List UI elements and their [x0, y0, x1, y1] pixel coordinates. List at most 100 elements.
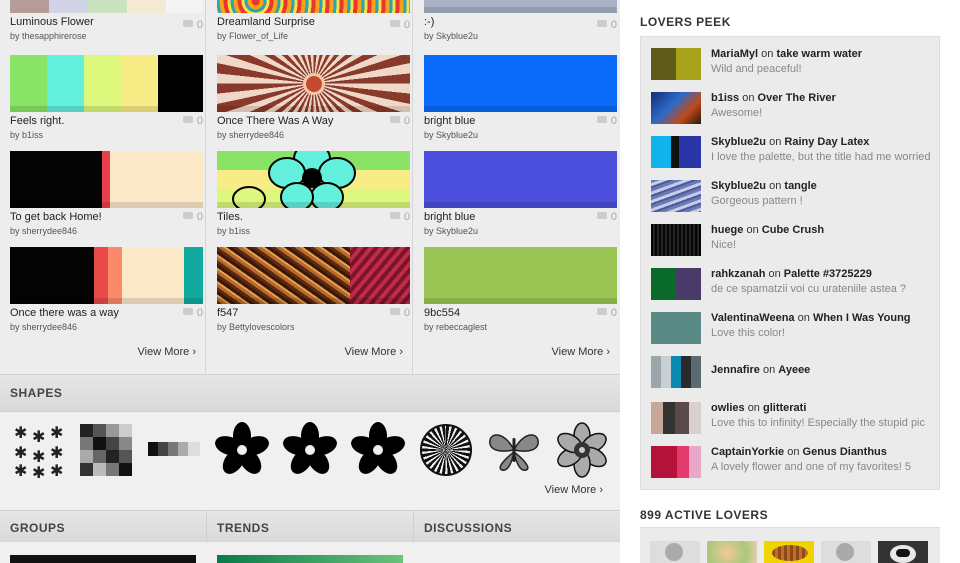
palette-card[interactable]: Feels right. by b1iss 0 — [10, 55, 203, 141]
color-card[interactable]: 9bc554 by rebeccaglest 0 — [424, 247, 617, 333]
color-title[interactable]: bright blue — [424, 115, 617, 128]
peek-item[interactable]: ValentinaWeena on When I Was Young Love … — [651, 310, 936, 354]
color-swatch[interactable] — [424, 247, 617, 304]
peek-item[interactable]: owlies on glitterati Love this to infini… — [651, 400, 936, 444]
color-card[interactable]: :-) by Skyblue2u 0 — [424, 0, 617, 42]
peek-thumbnail[interactable] — [651, 268, 701, 300]
peek-user[interactable]: b1iss — [711, 92, 739, 104]
palette-title[interactable]: To get back Home! — [10, 211, 203, 224]
discussions-title[interactable]: DISCUSSIONS — [424, 521, 512, 535]
palette-author[interactable]: by sherrydee846 — [10, 226, 203, 237]
shapes-view-more-link[interactable]: View More › — [545, 484, 603, 496]
groups-title[interactable]: GROUPS — [10, 521, 65, 535]
peek-item[interactable]: Skyblue2u on tangle Gorgeous pattern ! — [651, 178, 936, 222]
shape-stars-thumb[interactable]: ✱ ✱ ✱ ✱ ✱ ✱ ✱ ✱ ✱ — [12, 422, 68, 482]
peek-thumbnail[interactable] — [651, 136, 701, 168]
peek-item[interactable]: Skyblue2u on Rainy Day Latex I love the … — [651, 134, 936, 178]
color-author[interactable]: by Skyblue2u — [424, 31, 617, 42]
pattern-swatch[interactable] — [217, 247, 410, 304]
peek-user[interactable]: Skyblue2u — [711, 136, 766, 148]
pattern-author[interactable]: by Flower_of_Life — [217, 31, 410, 42]
circle-pattern-shape-thumb[interactable] — [420, 424, 472, 476]
lover-avatar[interactable] — [707, 541, 757, 563]
palette-title[interactable]: Once there was a way — [10, 307, 203, 320]
trends-title[interactable]: TRENDS — [217, 521, 269, 535]
color-author[interactable]: by rebeccaglest — [424, 322, 617, 333]
peek-target[interactable]: Palette #3725229 — [784, 268, 872, 280]
view-more-link[interactable]: View More › — [345, 346, 403, 358]
color-title[interactable]: :-) — [424, 16, 617, 29]
palette-author[interactable]: by thesapphirerose — [10, 31, 203, 42]
butterfly-shape-thumb[interactable] — [486, 422, 542, 478]
pattern-card[interactable]: Tiles. by b1iss 0 — [217, 151, 410, 237]
pattern-title[interactable]: Dreamland Surprise — [217, 16, 410, 29]
pattern-swatch[interactable] — [217, 151, 410, 208]
groups-preview[interactable] — [10, 555, 196, 563]
pattern-title[interactable]: Once There Was A Way — [217, 115, 410, 128]
view-more-link[interactable]: View More › — [138, 346, 196, 358]
color-title[interactable]: 9bc554 — [424, 307, 617, 320]
peek-target[interactable]: Over The River — [758, 92, 836, 104]
palette-card[interactable]: To get back Home! by sherrydee846 0 — [10, 151, 203, 237]
peek-thumbnail[interactable] — [651, 48, 701, 80]
shape-grid-thumb[interactable] — [80, 424, 132, 476]
pattern-card[interactable]: Dreamland Surprise by Flower_of_Life 0 — [217, 0, 410, 42]
color-author[interactable]: by Skyblue2u — [424, 226, 617, 237]
peek-user[interactable]: Jennafire — [711, 364, 760, 376]
palette-title[interactable]: Feels right. — [10, 115, 203, 128]
flower-outline-shape-thumb[interactable] — [554, 422, 610, 478]
lover-avatar[interactable] — [650, 541, 700, 563]
peek-target[interactable]: Rainy Day Latex — [784, 136, 869, 148]
color-swatch[interactable] — [424, 151, 617, 208]
palette-swatch[interactable] — [10, 151, 203, 208]
peek-target[interactable]: tangle — [784, 180, 816, 192]
palette-card[interactable]: Once there was a way by sherrydee846 0 — [10, 247, 203, 333]
color-title[interactable]: bright blue — [424, 211, 617, 224]
peek-item[interactable]: huege on Cube Crush Nice! — [651, 222, 936, 266]
color-swatch[interactable] — [424, 55, 617, 112]
peek-thumbnail[interactable] — [651, 312, 701, 344]
peek-user[interactable]: rahkzanah — [711, 268, 765, 280]
peek-target[interactable]: Ayeee — [778, 364, 810, 376]
peek-thumbnail[interactable] — [651, 224, 701, 256]
peek-user[interactable]: ValentinaWeena — [711, 312, 795, 324]
flower-shape-thumb[interactable] — [214, 422, 270, 478]
color-swatch[interactable] — [424, 0, 617, 13]
palette-author[interactable]: by sherrydee846 — [10, 322, 203, 333]
peek-user[interactable]: Skyblue2u — [711, 180, 766, 192]
palette-card[interactable]: Luminous Flower by thesapphirerose 0 — [10, 0, 203, 42]
lover-avatar[interactable] — [821, 541, 871, 563]
palette-swatch[interactable] — [10, 247, 203, 304]
view-more-link[interactable]: View More › — [552, 346, 610, 358]
peek-target[interactable]: Cube Crush — [762, 224, 824, 236]
peek-item[interactable]: rahkzanah on Palette #3725229 de ce spam… — [651, 266, 936, 310]
peek-item[interactable]: Jennafire on Ayeee — [651, 354, 936, 398]
lover-avatar[interactable] — [764, 541, 814, 563]
peek-thumbnail[interactable] — [651, 446, 701, 478]
peek-user[interactable]: owlies — [711, 402, 745, 414]
palette-swatch[interactable] — [10, 55, 203, 112]
color-card[interactable]: bright blue by Skyblue2u 0 — [424, 151, 617, 237]
palette-author[interactable]: by b1iss — [10, 130, 203, 141]
peek-thumbnail[interactable] — [651, 92, 701, 124]
color-author[interactable]: by Skyblue2u — [424, 130, 617, 141]
peek-thumbnail[interactable] — [651, 180, 701, 212]
pattern-title[interactable]: f547 — [217, 307, 410, 320]
peek-thumbnail[interactable] — [651, 356, 701, 388]
color-card[interactable]: bright blue by Skyblue2u 0 — [424, 55, 617, 141]
pattern-card[interactable]: Once There Was A Way by sherrydee846 0 — [217, 55, 410, 141]
flower-shape-thumb[interactable] — [282, 422, 338, 478]
shape-bars-thumb[interactable] — [148, 442, 200, 456]
peek-target[interactable]: take warm water — [776, 48, 862, 60]
peek-user[interactable]: huege — [711, 224, 743, 236]
pattern-author[interactable]: by sherrydee846 — [217, 130, 410, 141]
pattern-title[interactable]: Tiles. — [217, 211, 410, 224]
peek-target[interactable]: Genus Dianthus — [803, 446, 887, 458]
peek-user[interactable]: CaptainYorkie — [711, 446, 784, 458]
lover-avatar[interactable] — [878, 541, 928, 563]
peek-target[interactable]: When I Was Young — [813, 312, 911, 324]
peek-user[interactable]: MariaMyl — [711, 48, 758, 60]
pattern-card[interactable]: f547 by Bettylovescolors 0 — [217, 247, 410, 333]
peek-thumbnail[interactable] — [651, 402, 701, 434]
pattern-swatch[interactable] — [217, 0, 410, 13]
